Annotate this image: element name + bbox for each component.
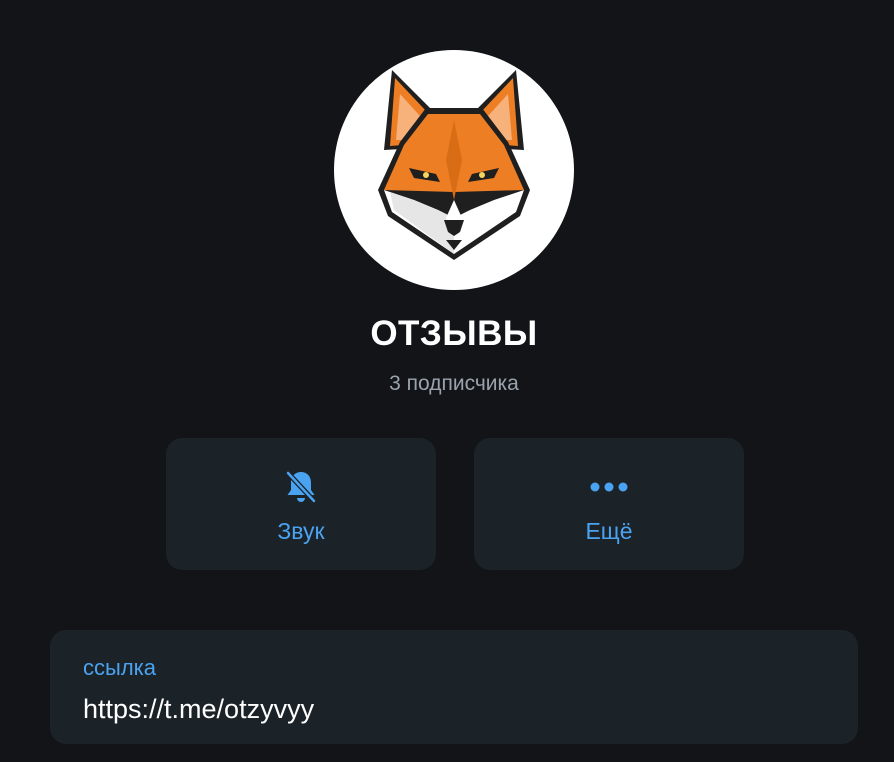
bell-off-icon	[281, 467, 321, 507]
sound-button[interactable]: Звук	[166, 438, 436, 570]
link-info-card[interactable]: ссылка https://t.me/otzyvyy	[50, 630, 858, 744]
channel-title: ОТЗЫВЫ	[370, 314, 538, 353]
fox-logo-icon	[378, 70, 530, 260]
more-dots-icon	[589, 467, 629, 507]
sound-button-label: Звук	[277, 518, 325, 544]
channel-link[interactable]: https://t.me/otzyvyy	[83, 694, 314, 725]
more-button[interactable]: Ещё	[474, 438, 744, 570]
link-label: ссылка	[83, 655, 156, 680]
more-button-label: Ещё	[585, 518, 633, 544]
channel-avatar[interactable]	[334, 50, 574, 290]
subscriber-count: 3 подписчика	[389, 372, 519, 395]
